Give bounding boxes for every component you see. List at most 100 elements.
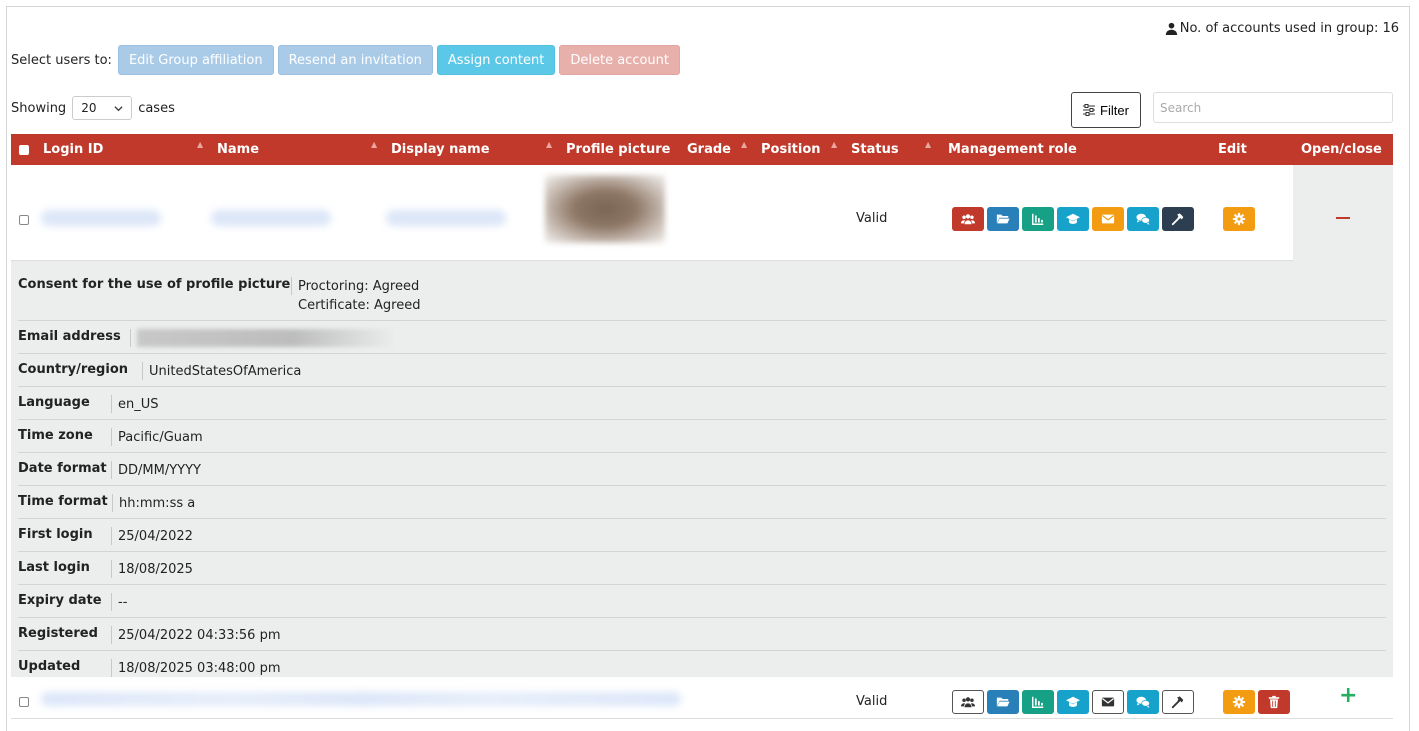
detail-row-country: Country/region UnitedStatesOfAmerica — [18, 362, 1386, 387]
registered-value: 25/04/2022 04:33:56 pm — [118, 628, 281, 643]
lastlogin-value: 18/08/2025 — [118, 562, 193, 577]
country-label: Country/region — [18, 362, 129, 377]
management-role-icons — [952, 207, 1194, 231]
graduation-cap-icon[interactable] — [1057, 690, 1089, 714]
dateformat-value: DD/MM/YYYY — [118, 463, 201, 478]
detail-row-language: Language en_US — [18, 395, 1386, 420]
column-open-close: Open/close — [1301, 142, 1382, 157]
detail-row-dateformat: Date format DD/MM/YYYY — [18, 461, 1386, 486]
account-count: No. of accounts used in group: 16 — [1165, 21, 1399, 36]
expand-toggle-plus-icon[interactable]: + — [1339, 683, 1357, 708]
column-grade[interactable]: Grade — [687, 134, 731, 165]
detail-row-timezone: Time zone Pacific/Guam — [18, 428, 1386, 453]
email-label: Email address — [18, 329, 121, 344]
paging-control: Showing 20 cases — [11, 96, 175, 120]
column-edit: Edit — [1218, 142, 1247, 157]
dateformat-label: Date format — [18, 461, 107, 476]
table-row: Valid + — [11, 677, 1393, 719]
detail-separator — [111, 527, 112, 545]
row-checkbox[interactable] — [19, 697, 29, 707]
chevron-down-icon — [114, 105, 123, 111]
firstlogin-label: First login — [18, 527, 93, 542]
filter-button[interactable]: Filter — [1071, 92, 1141, 128]
select-all-checkbox[interactable] — [19, 144, 29, 155]
timezone-label: Time zone — [18, 428, 93, 443]
detail-row-expiry: Expiry date -- — [18, 593, 1386, 618]
column-name[interactable]: Name — [217, 134, 259, 165]
account-count-text: No. of accounts used in group: 16 — [1179, 21, 1399, 36]
registered-label: Registered — [18, 626, 98, 641]
users-icon[interactable] — [952, 207, 984, 231]
detail-row-registered: Registered 25/04/2022 04:33:56 pm — [18, 626, 1386, 651]
resend-invitation-button[interactable]: Resend an invitation — [277, 45, 433, 75]
timeformat-value: hh:mm:ss a — [119, 496, 196, 511]
sort-icon[interactable]: ▲ — [546, 140, 552, 149]
consent-label: Consent for the use of profile picture — [18, 277, 291, 292]
login-id-redacted — [41, 210, 161, 226]
column-status[interactable]: Status — [851, 134, 899, 165]
detail-row-updated: Updated 18/08/2025 03:48:00 pm — [18, 659, 1386, 677]
row-checkbox[interactable] — [19, 215, 29, 225]
column-login-id[interactable]: Login ID — [43, 134, 103, 165]
sort-icon[interactable]: ▲ — [197, 140, 203, 149]
search-input[interactable] — [1153, 92, 1393, 123]
cases-label: cases — [138, 100, 175, 116]
hammer-icon[interactable] — [1162, 690, 1194, 714]
detail-separator — [111, 395, 112, 413]
graduation-cap-icon[interactable] — [1057, 207, 1089, 231]
user-details-panel: Consent for the use of profile picture P… — [11, 261, 1393, 677]
edit-icons — [1223, 207, 1255, 231]
column-management-role[interactable]: Management role — [948, 134, 1077, 165]
folder-icon[interactable] — [987, 690, 1019, 714]
comments-icon[interactable] — [1127, 207, 1159, 231]
name-redacted — [211, 210, 331, 226]
column-display-name[interactable]: Display name — [391, 134, 490, 165]
sort-icon[interactable]: ▲ — [371, 140, 377, 149]
column-profile-picture[interactable]: Profile picture — [566, 134, 670, 165]
timeformat-label: Time format — [18, 494, 108, 509]
delete-account-button[interactable]: Delete account — [559, 45, 680, 75]
comments-icon[interactable] — [1127, 690, 1159, 714]
sliders-icon — [1083, 104, 1096, 116]
chart-icon[interactable] — [1022, 690, 1054, 714]
timezone-value: Pacific/Guam — [118, 430, 203, 445]
hammer-icon[interactable] — [1162, 207, 1194, 231]
gear-icon[interactable] — [1223, 690, 1255, 714]
detail-row-lastlogin: Last login 18/08/2025 — [18, 560, 1386, 585]
users-icon[interactable] — [952, 690, 984, 714]
sort-icon[interactable]: ▲ — [741, 140, 747, 149]
page-size-select[interactable]: 20 — [72, 96, 133, 120]
detail-separator — [111, 593, 112, 611]
detail-separator — [111, 560, 112, 578]
select-all-cell — [19, 134, 29, 165]
trash-icon[interactable] — [1258, 690, 1290, 714]
envelope-icon[interactable] — [1092, 690, 1124, 714]
folder-icon[interactable] — [987, 207, 1019, 231]
language-label: Language — [18, 395, 90, 410]
envelope-icon[interactable] — [1092, 207, 1124, 231]
detail-separator — [111, 428, 112, 446]
assign-content-button[interactable]: Assign content — [436, 45, 556, 75]
consent-certificate-value: Certificate: Agreed — [298, 298, 421, 313]
collapse-toggle-minus-icon[interactable] — [1336, 217, 1350, 219]
detail-separator — [111, 659, 112, 677]
edit-group-affiliation-button[interactable]: Edit Group affiliation — [117, 45, 274, 75]
sort-icon[interactable]: ▲ — [925, 140, 931, 149]
email-redacted — [137, 329, 397, 347]
gear-icon[interactable] — [1223, 207, 1255, 231]
detail-row-email: Email address — [18, 329, 1386, 354]
sort-icon[interactable]: ▲ — [831, 140, 837, 149]
updated-label: Updated — [18, 659, 81, 674]
detail-separator — [142, 362, 143, 380]
chart-icon[interactable] — [1022, 207, 1054, 231]
detail-row-consent: Consent for the use of profile picture P… — [18, 277, 1386, 321]
country-value: UnitedStatesOfAmerica — [149, 364, 302, 379]
profile-picture — [545, 175, 665, 243]
status-text: Valid — [856, 211, 888, 226]
showing-label: Showing — [11, 100, 67, 116]
bulk-actions: Select users to: Edit Group affiliation … — [11, 45, 684, 75]
column-position[interactable]: Position — [761, 134, 821, 165]
management-role-icons — [952, 690, 1194, 714]
detail-separator — [111, 626, 112, 644]
user-icon — [1165, 22, 1177, 35]
